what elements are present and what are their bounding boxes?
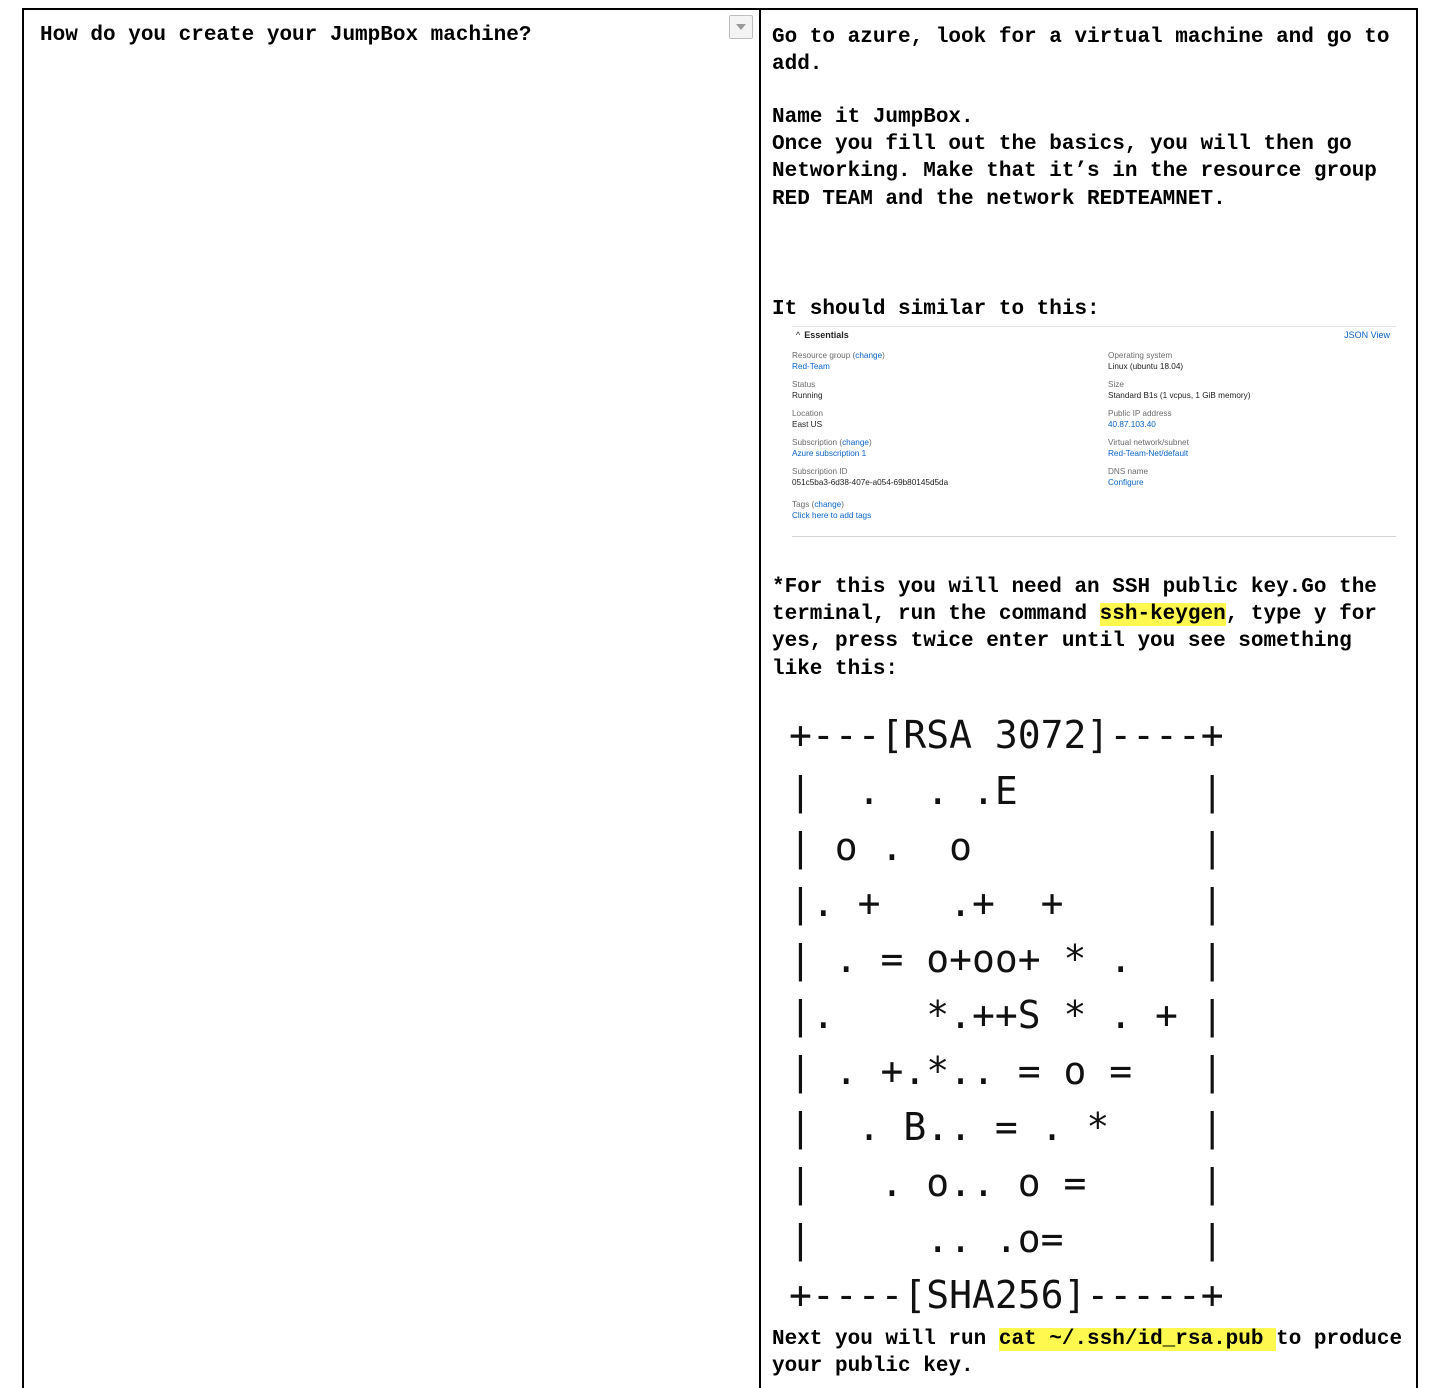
answer-paragraph-3: It should similar to this: <box>772 298 1100 321</box>
randomart-line: | . . .E | <box>789 769 1224 813</box>
change-link[interactable]: change <box>814 500 841 509</box>
status-item: Status Running <box>792 379 948 402</box>
answer-paragraph-5: Next you will run cat ~/.ssh/id_rsa.pub … <box>772 1326 1412 1380</box>
answer-paragraph-1: Go to azure, look for a virtual machine … <box>772 26 1390 77</box>
resource-group-value[interactable]: Red-Team <box>792 361 948 373</box>
column-divider <box>759 8 761 1388</box>
answer-name-line: Name it JumpBox. <box>772 106 974 129</box>
subscription-id-value: 051c5ba3-6d38-407e-a054-69b80145d5da <box>792 478 949 487</box>
public-ip-label: Public IP address <box>1108 409 1172 418</box>
location-item: Location East US <box>792 408 948 431</box>
table-border-left <box>22 8 24 1388</box>
tags-label: Tags <box>792 500 810 509</box>
randomart-line: |. *.++S * . + | <box>789 993 1224 1037</box>
status-value: Running <box>792 391 823 400</box>
essentials-right-column: Operating system Linux (ubuntu 18.04) Si… <box>1108 350 1250 495</box>
randomart-line: | . o.. o = | <box>789 1161 1224 1205</box>
resource-group-label-line: Resource group (change) <box>792 351 885 360</box>
randomart-line: | . = o+oo+ * . | <box>789 937 1224 981</box>
vnet-label: Virtual network/subnet <box>1108 438 1189 447</box>
randomart-line: |. + .+ + | <box>789 881 1224 925</box>
dns-label: DNS name <box>1108 467 1149 476</box>
chevron-down-icon <box>736 24 746 30</box>
subscription-label: Subscription <box>792 438 838 447</box>
size-item: Size Standard B1s (1 vcpus, 1 GiB memory… <box>1108 379 1250 402</box>
dns-item: DNS name Configure <box>1108 466 1250 489</box>
location-value: East US <box>792 420 823 429</box>
essentials-top-rule <box>792 326 1396 327</box>
public-ip-value[interactable]: 40.87.103.40 <box>1108 419 1250 431</box>
essentials-title[interactable]: ^ Essentials <box>796 330 849 340</box>
essentials-screenshot: ^ Essentials JSON View Resource group (ch… <box>772 324 1400 538</box>
randomart-line: +---[RSA 3072]----+ <box>789 713 1224 757</box>
subscription-label-line: Subscription (change) <box>792 438 872 447</box>
change-link[interactable]: change <box>855 351 882 360</box>
answer-networking-line: Once you fill out the basics, you will t… <box>772 133 1377 211</box>
randomart-line: | . B.. = . * | <box>789 1105 1224 1149</box>
ssh-keygen-command: ssh-keygen <box>1099 603 1226 627</box>
json-view-link[interactable]: JSON View <box>1344 330 1390 340</box>
chevron-up-icon: ^ <box>796 330 801 340</box>
status-label: Status <box>792 380 816 389</box>
tags-label-line: Tags (change) <box>792 500 844 509</box>
essentials-bottom-rule <box>792 536 1396 537</box>
vnet-item: Virtual network/subnet Red-Team-Net/defa… <box>1108 437 1250 460</box>
location-label: Location <box>792 409 823 418</box>
size-value: Standard B1s (1 vcpus, 1 GiB memory) <box>1108 391 1251 400</box>
dns-configure-link[interactable]: Configure <box>1108 477 1250 489</box>
question-text: How do you create your JumpBox machine? <box>40 24 532 47</box>
essentials-left-column: Resource group (change) Red-Team Status … <box>792 350 948 528</box>
resource-group-label: Resource group <box>792 351 851 360</box>
os-item: Operating system Linux (ubuntu 18.04) <box>1108 350 1250 373</box>
os-label: Operating system <box>1108 351 1173 360</box>
randomart-line: | .. .o= | <box>789 1217 1224 1261</box>
change-link[interactable]: change <box>842 438 869 447</box>
essentials-title-label: Essentials <box>804 330 849 340</box>
table-border-right <box>1416 8 1418 1388</box>
add-tags-link[interactable]: Click here to add tags <box>792 510 948 522</box>
subscription-id-item: Subscription ID 051c5ba3-6d38-407e-a054-… <box>792 466 948 489</box>
os-value: Linux (ubuntu 18.04) <box>1108 362 1184 371</box>
table-border-top <box>22 8 1418 10</box>
randomart-line: | o . o | <box>789 825 1224 869</box>
randomart-line: +----[SHA256]-----+ <box>789 1273 1224 1317</box>
randomart-line: | . +.*.. = o = | <box>789 1049 1224 1093</box>
tags-item: Tags (change) Click here to add tags <box>792 499 948 522</box>
size-label: Size <box>1108 380 1124 389</box>
subscription-item: Subscription (change) Azure subscription… <box>792 437 948 460</box>
subscription-value[interactable]: Azure subscription 1 <box>792 448 948 460</box>
cat-instruction-pre: Next you will run <box>772 1328 999 1351</box>
cell-dropdown-button[interactable] <box>729 15 753 39</box>
answer-paragraph-4: *For this you will need an SSH public ke… <box>772 574 1412 683</box>
answer-paragraph-2: Name it JumpBox. Once you fill out the b… <box>772 104 1412 213</box>
public-ip-item: Public IP address 40.87.103.40 <box>1108 408 1250 431</box>
vnet-value[interactable]: Red-Team-Net/default <box>1108 448 1250 460</box>
cat-pubkey-command: cat ~/.ssh/id_rsa.pub <box>998 1328 1277 1351</box>
subscription-id-label: Subscription ID <box>792 467 848 476</box>
resource-group-item: Resource group (change) Red-Team <box>792 350 948 373</box>
